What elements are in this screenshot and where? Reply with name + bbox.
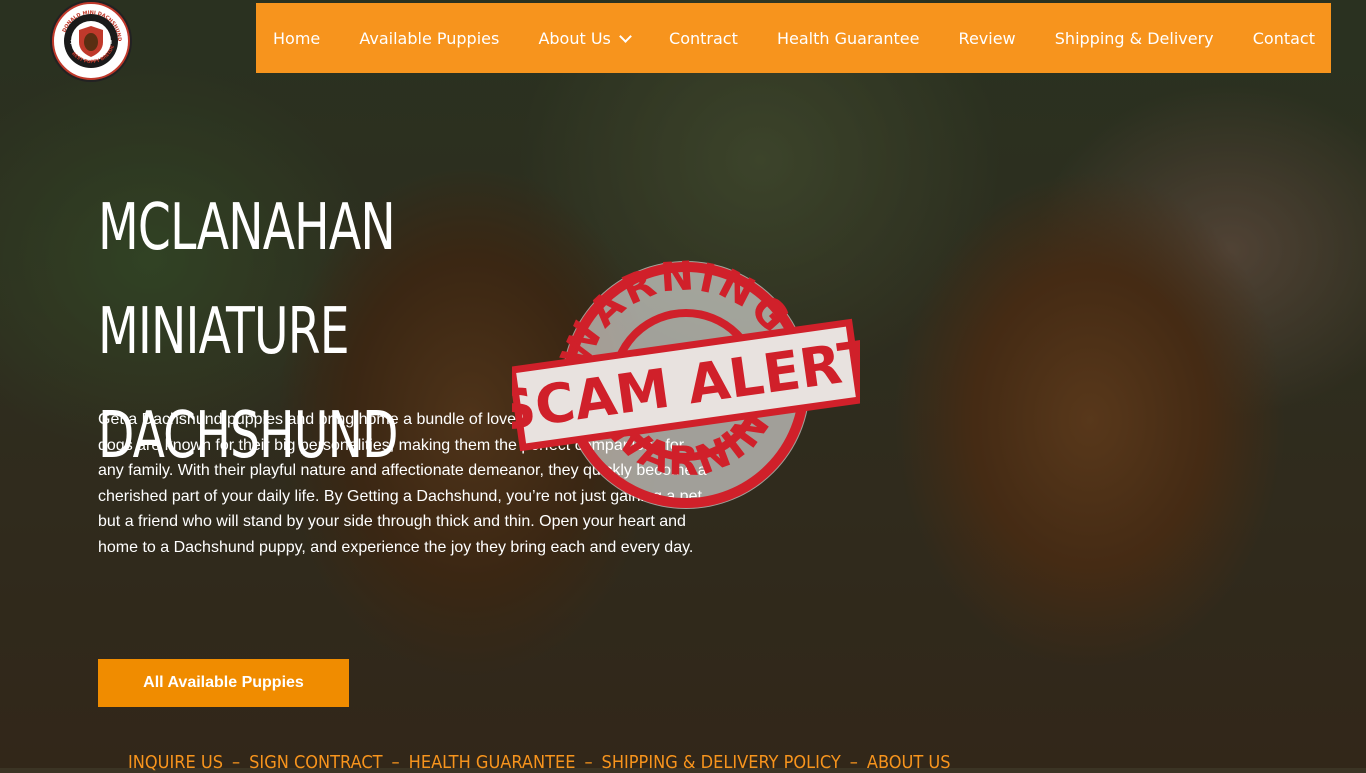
quick-link-about-us[interactable]: ABOUT US bbox=[867, 752, 951, 773]
nav-review[interactable]: Review bbox=[942, 29, 1033, 48]
nav-about-us[interactable]: About Us bbox=[521, 29, 646, 48]
page-title-line-1: MCLANAHAN MINIATURE bbox=[98, 191, 396, 369]
logo-badge-icon: 20 10 DONALD MINI DACHSHUND BEST PUPPY B… bbox=[54, 4, 126, 76]
quick-link-separator: – bbox=[584, 752, 593, 773]
nav-health-guarantee[interactable]: Health Guarantee bbox=[760, 29, 936, 48]
quick-link-separator: – bbox=[391, 752, 400, 773]
nav-home[interactable]: Home bbox=[273, 29, 337, 48]
quick-link-separator: – bbox=[849, 752, 858, 773]
quick-link-health-guarantee[interactable]: HEALTH GUARANTEE bbox=[409, 752, 576, 773]
quick-link-inquire-us[interactable]: INQUIRE US bbox=[128, 752, 223, 773]
site-logo[interactable]: 20 10 DONALD MINI DACHSHUND BEST PUPPY B… bbox=[52, 2, 130, 80]
nav-available-puppies[interactable]: Available Puppies bbox=[342, 29, 516, 48]
all-available-puppies-button[interactable]: All Available Puppies bbox=[98, 659, 349, 707]
quick-link-shipping-delivery-policy[interactable]: SHIPPING & DELIVERY POLICY bbox=[602, 752, 841, 773]
nav-about-us-label: About Us bbox=[538, 28, 611, 48]
quick-link-separator: – bbox=[232, 752, 241, 773]
chevron-down-icon bbox=[619, 29, 632, 43]
nav-contract[interactable]: Contract bbox=[652, 29, 755, 48]
scam-alert-warning-stamp: WARNING WARNING SCAM ALERT bbox=[512, 253, 860, 509]
nav-shipping-delivery[interactable]: Shipping & Delivery bbox=[1038, 29, 1231, 48]
quick-link-sign-contract[interactable]: SIGN CONTRACT bbox=[249, 752, 382, 773]
quick-links-bar: INQUIRE US – SIGN CONTRACT – HEALTH GUARAN… bbox=[128, 752, 951, 773]
logo-year-left: 20 bbox=[70, 40, 76, 46]
main-navigation: Home Available Puppies About Us Contract… bbox=[256, 3, 1331, 73]
nav-contact[interactable]: Contact bbox=[1236, 29, 1331, 48]
